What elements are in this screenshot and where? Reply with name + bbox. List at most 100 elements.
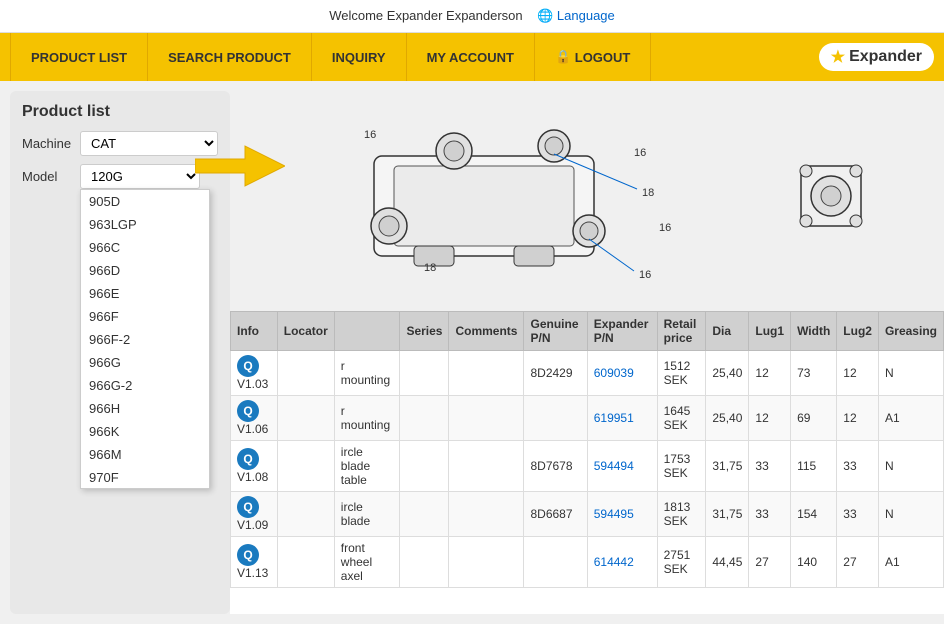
dropdown-item-970F[interactable]: 970F (81, 466, 209, 489)
cell-greasing: A1 (878, 537, 943, 588)
model-select[interactable]: 120G (80, 164, 200, 189)
nav-my-account[interactable]: MY ACCOUNT (407, 33, 535, 81)
cell-dia: 25,40 (706, 351, 749, 396)
svg-text:16: 16 (364, 129, 376, 141)
logo-icon: ★ (831, 47, 845, 67)
arrow-indicator (195, 141, 285, 194)
model-label: Model (22, 169, 72, 184)
cell-lug2: 33 (837, 441, 879, 492)
cell-lug2: 33 (837, 492, 879, 537)
col-genuine-pn: Genuine P/N (524, 312, 587, 351)
cell-lug2: 27 (837, 537, 879, 588)
dropdown-item-966E[interactable]: 966E (81, 282, 209, 305)
product-side-view (781, 146, 881, 246)
cell-info: Q V1.06 (231, 396, 278, 441)
cell-series (400, 492, 449, 537)
info-icon[interactable]: Q (237, 544, 259, 566)
col-comments: Comments (449, 312, 524, 351)
cell-greasing: A1 (878, 396, 943, 441)
cell-genuine-pn (524, 396, 587, 441)
col-width: Width (791, 312, 837, 351)
dropdown-item-966M[interactable]: 966M (81, 443, 209, 466)
dropdown-item-966G[interactable]: 966G (81, 351, 209, 374)
welcome-text: Welcome Expander Expanderson (329, 8, 522, 23)
cell-locator (277, 351, 334, 396)
dropdown-item-966G2[interactable]: 966G-2 (81, 374, 209, 397)
cell-dia: 44,45 (706, 537, 749, 588)
cell-retail-price: 1813 SEK (657, 492, 706, 537)
cell-locator (277, 396, 334, 441)
model-row: Model 120G 905D 963LGP 966C 966D 966E 96… (22, 164, 218, 189)
cell-greasing: N (878, 351, 943, 396)
model-dropdown-container: 120G 905D 963LGP 966C 966D 966E 966F 966… (80, 164, 200, 189)
nav-inquiry[interactable]: INQUIRY (312, 33, 407, 81)
dropdown-item-905D[interactable]: 905D (81, 190, 209, 213)
dropdown-item-966F2[interactable]: 966F-2 (81, 328, 209, 351)
cell-series (400, 441, 449, 492)
cell-retail-price: 1512 SEK (657, 351, 706, 396)
products-table: Info Locator Series Comments Genuine P/N… (230, 311, 944, 588)
cell-expander-pn[interactable]: 614442 (587, 537, 657, 588)
product-drawing: 16 18 16 16 18 16 (294, 96, 674, 296)
dropdown-item-966K[interactable]: 966K (81, 420, 209, 443)
svg-text:18: 18 (424, 262, 436, 274)
cell-dia: 31,75 (706, 492, 749, 537)
cell-greasing: N (878, 441, 943, 492)
cell-width: 73 (791, 351, 837, 396)
cell-info: Q V1.13 (231, 537, 278, 588)
top-bar: Welcome Expander Expanderson 🌐 Language (0, 0, 944, 33)
info-icon[interactable]: Q (237, 355, 259, 377)
dropdown-item-966D[interactable]: 966D (81, 259, 209, 282)
product-view: 16 18 16 16 18 16 (230, 81, 944, 311)
cell-info: Q V1.03 (231, 351, 278, 396)
cell-locator (277, 537, 334, 588)
dropdown-item-963LGP[interactable]: 963LGP (81, 213, 209, 236)
cell-dia: 31,75 (706, 441, 749, 492)
table-row: Q V1.06 r mounting 619951 1645 SEK 25,40… (231, 396, 944, 441)
col-locator: Locator (277, 312, 334, 351)
table-row: Q V1.03 r mounting 8D2429 609039 1512 SE… (231, 351, 944, 396)
panel-title: Product list (22, 103, 218, 121)
cell-series (400, 537, 449, 588)
cell-comments (449, 396, 524, 441)
cell-comments (449, 441, 524, 492)
table-section: Info Locator Series Comments Genuine P/N… (230, 311, 944, 614)
cell-genuine-pn: 8D2429 (524, 351, 587, 396)
col-desc (334, 312, 400, 351)
nav-logout[interactable]: 🔒 LOGOUT (535, 33, 651, 81)
cell-retail-price: 1645 SEK (657, 396, 706, 441)
dropdown-item-966F[interactable]: 966F (81, 305, 209, 328)
nav-product-list[interactable]: PRODUCT LIST (10, 33, 148, 81)
cell-expander-pn[interactable]: 619951 (587, 396, 657, 441)
language-icon: 🌐 (537, 8, 553, 23)
cell-comments (449, 537, 524, 588)
col-lug1: Lug1 (749, 312, 791, 351)
model-dropdown-list: 905D 963LGP 966C 966D 966E 966F 966F-2 9… (80, 189, 210, 489)
cell-genuine-pn: 8D7678 (524, 441, 587, 492)
info-icon[interactable]: Q (237, 448, 259, 470)
nav-search-product[interactable]: SEARCH PRODUCT (148, 33, 312, 81)
table-row: Q V1.13 front wheel axel 614442 2751 SEK… (231, 537, 944, 588)
cell-locator (277, 492, 334, 537)
cell-expander-pn[interactable]: 609039 (587, 351, 657, 396)
table-row: Q V1.08 ircle blade table 8D7678 594494 … (231, 441, 944, 492)
cell-lug2: 12 (837, 351, 879, 396)
dropdown-item-966H[interactable]: 966H (81, 397, 209, 420)
svg-text:18: 18 (642, 187, 654, 199)
cell-width: 69 (791, 396, 837, 441)
col-retail-price: Retail price (657, 312, 706, 351)
cell-lug2: 12 (837, 396, 879, 441)
col-info: Info (231, 312, 278, 351)
cell-expander-pn[interactable]: 594495 (587, 492, 657, 537)
cell-lug1: 33 (749, 441, 791, 492)
dropdown-item-966C[interactable]: 966C (81, 236, 209, 259)
info-icon[interactable]: Q (237, 496, 259, 518)
info-icon[interactable]: Q (237, 400, 259, 422)
cell-genuine-pn: 8D6687 (524, 492, 587, 537)
cell-info: Q V1.09 (231, 492, 278, 537)
cell-comments (449, 492, 524, 537)
language-link[interactable]: Language (557, 8, 615, 23)
cell-greasing: N (878, 492, 943, 537)
cell-lug1: 12 (749, 396, 791, 441)
cell-expander-pn[interactable]: 594494 (587, 441, 657, 492)
